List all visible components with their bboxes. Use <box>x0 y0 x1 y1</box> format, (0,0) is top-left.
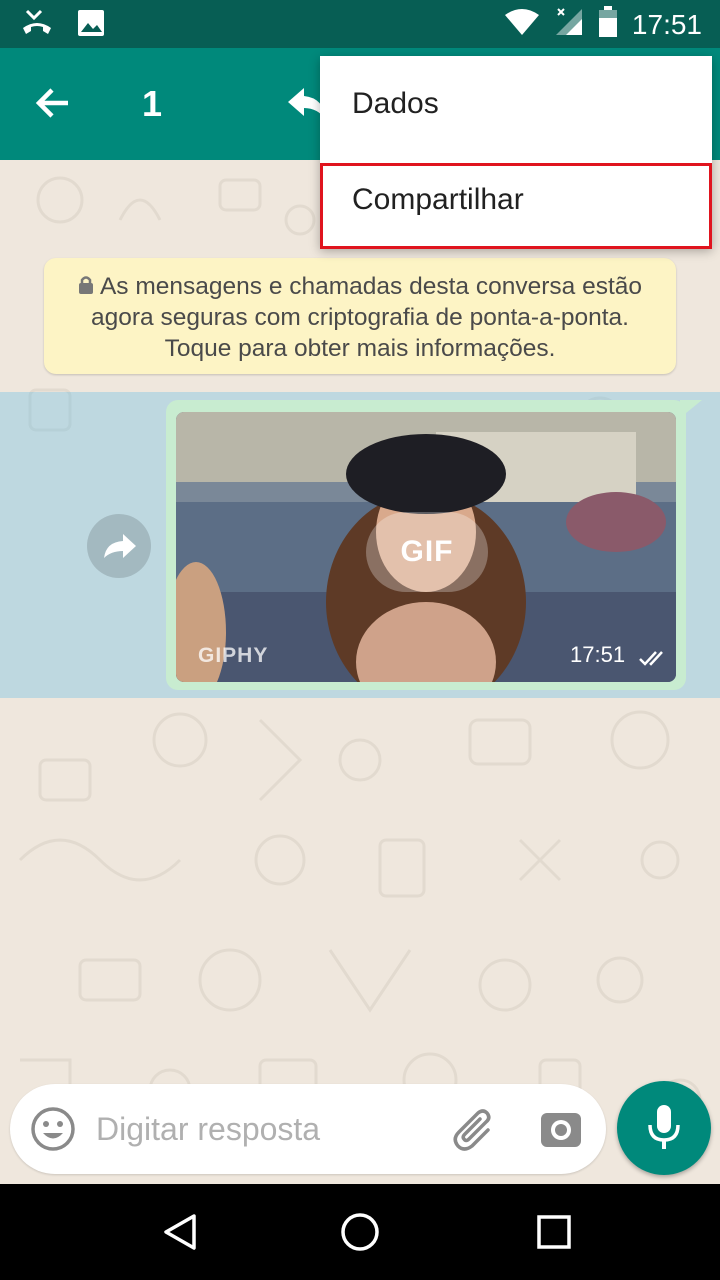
gif-badge: GIF <box>366 512 488 592</box>
forward-button[interactable] <box>87 514 151 578</box>
message-composer <box>10 1084 606 1174</box>
bubble-tail <box>680 400 702 418</box>
nav-back-icon <box>164 1214 196 1250</box>
camera-button[interactable] <box>540 1108 582 1150</box>
nav-recents-button[interactable] <box>536 1214 572 1255</box>
overflow-menu: Dados Compartilhar <box>320 56 712 248</box>
message-bubble[interactable]: GIF GIPHY 17:51 <box>166 400 686 690</box>
back-arrow-icon <box>35 88 68 118</box>
encryption-notice[interactable]: As mensagens e chamadas desta conversa e… <box>44 258 676 374</box>
double-check-icon <box>639 651 663 666</box>
battery-icon <box>598 6 618 43</box>
nav-home-button[interactable] <box>338 1210 382 1259</box>
selected-message-row[interactable]: GIF GIPHY 17:51 <box>0 392 720 698</box>
gif-media[interactable]: GIF GIPHY 17:51 <box>176 412 676 682</box>
missed-call-icon <box>20 8 54 43</box>
system-nav-bar <box>0 1184 720 1280</box>
message-input[interactable] <box>96 1106 426 1152</box>
encryption-notice-text: As mensagens e chamadas desta conversa e… <box>91 273 643 362</box>
menu-item-compartilhar[interactable]: Compartilhar <box>320 152 712 248</box>
lock-icon <box>78 276 93 294</box>
nav-recents-icon <box>537 1215 571 1249</box>
signal-icon <box>554 7 584 42</box>
status-time: 17:51 <box>631 8 702 40</box>
message-time: 17:51 <box>570 642 626 667</box>
camera-icon <box>541 1113 581 1147</box>
selected-count: 1 <box>142 83 163 124</box>
mic-button[interactable] <box>617 1081 711 1175</box>
menu-item-dados[interactable]: Dados <box>320 56 712 152</box>
emoji-icon <box>31 1107 75 1151</box>
wifi-icon <box>504 7 540 42</box>
back-button[interactable] <box>28 78 78 128</box>
attach-icon <box>453 1109 491 1151</box>
image-icon <box>76 8 106 43</box>
status-bar: 17:51 <box>0 0 720 48</box>
chat-area: As mensagens e chamadas desta conversa e… <box>0 160 720 1184</box>
forward-icon <box>104 534 136 558</box>
giphy-watermark: GIPHY <box>198 644 269 667</box>
mic-icon <box>648 1105 680 1149</box>
emoji-button[interactable] <box>30 1106 76 1152</box>
attach-button[interactable] <box>450 1104 500 1154</box>
nav-home-icon <box>341 1213 379 1251</box>
nav-back-button[interactable] <box>160 1212 200 1257</box>
